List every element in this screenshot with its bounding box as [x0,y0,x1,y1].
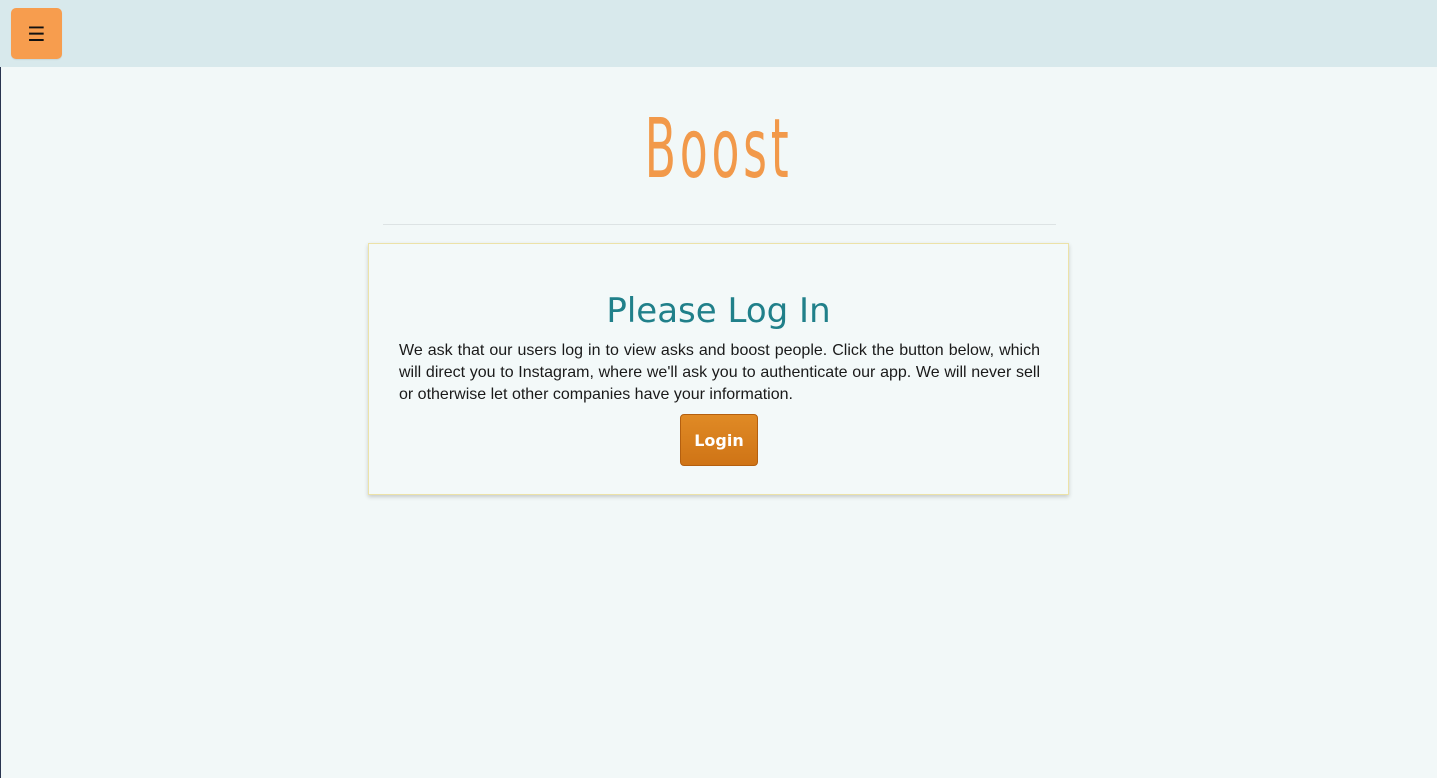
login-card: Please Log In We ask that our users log … [368,243,1069,495]
login-button[interactable]: Login [680,414,758,466]
menu-button[interactable]: ☰ [11,8,62,59]
divider [383,224,1056,225]
login-card-title: Please Log In [606,291,831,331]
hamburger-menu-icon: ☰ [27,21,46,46]
brand-logo-title: Boost [644,102,793,197]
window-edge [0,0,1,778]
login-card-description: We ask that our users log in to view ask… [399,342,1040,403]
top-bar: ☰ [0,0,1437,67]
